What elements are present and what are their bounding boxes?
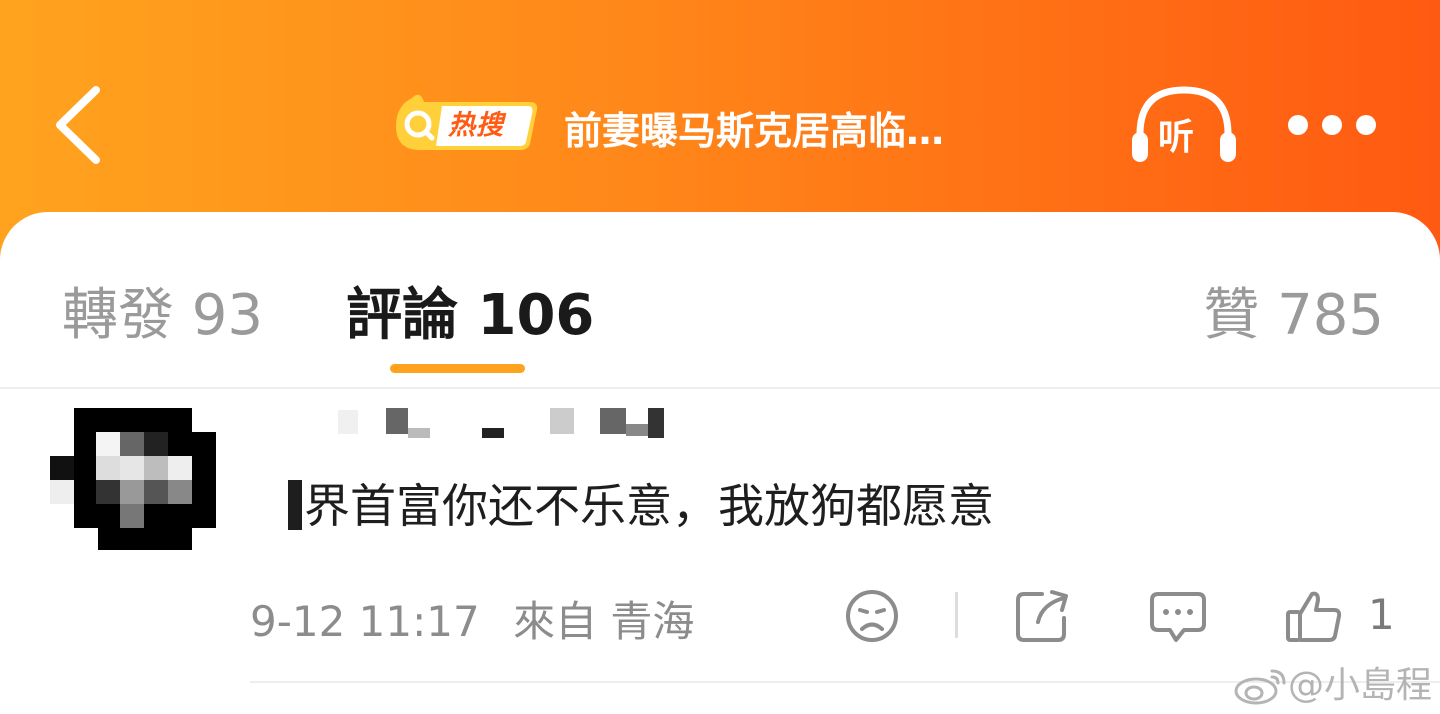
tab-like[interactable]: 贊 785 <box>1203 270 1384 348</box>
dislike-face-icon <box>846 590 898 642</box>
weibo-logo-icon <box>1234 669 1286 705</box>
hot-search-badge[interactable]: 热搜 <box>390 90 540 156</box>
comment-location: 來自 青海 <box>513 597 695 646</box>
tab-comment[interactable]: 評論 106 <box>346 270 594 348</box>
username-redacted[interactable] <box>288 404 678 444</box>
page-title: 前妻曝马斯克居高临… <box>564 109 945 153</box>
share-icon <box>1016 590 1068 642</box>
action-divider <box>955 592 958 638</box>
more-dot-icon <box>1288 115 1308 135</box>
comment-meta: 9-12 11:17 來自 青海 <box>250 588 694 649</box>
watermark-handle: @小島程 <box>1288 665 1433 706</box>
tab-repost[interactable]: 轉發 93 <box>62 270 263 348</box>
more-options-button[interactable] <box>1284 108 1380 142</box>
reply-button[interactable] <box>1148 586 1208 646</box>
comment-body: 界首富你还不乐意，我放狗都愿意 <box>288 470 994 536</box>
chevron-left-icon <box>56 86 100 164</box>
reply-bubble-icon <box>1150 592 1206 642</box>
tabs-divider <box>0 387 1440 389</box>
pixelated-username <box>338 408 664 438</box>
watermark: @小島程 <box>1232 656 1432 706</box>
avatar[interactable] <box>48 406 218 552</box>
dislike-button[interactable] <box>842 586 902 646</box>
share-button[interactable] <box>1012 586 1072 646</box>
more-dot-icon <box>1356 115 1376 135</box>
listen-label: 听 <box>1158 117 1195 158</box>
thumbs-up-icon <box>1286 591 1342 642</box>
active-tab-indicator <box>390 364 525 373</box>
pixelated-avatar-image <box>50 408 216 550</box>
more-dot-icon <box>1322 115 1342 135</box>
like-button[interactable] <box>1284 586 1344 646</box>
like-count: 1 <box>1368 590 1395 639</box>
hot-search-label: 热搜 <box>448 110 504 141</box>
comment-time: 9-12 11:17 <box>250 597 480 646</box>
comment-text: 界首富你还不乐意，我放狗都愿意 <box>304 479 994 533</box>
censor-bar <box>288 480 302 530</box>
listen-button[interactable]: 听 <box>1128 82 1240 168</box>
back-button[interactable] <box>48 82 118 168</box>
